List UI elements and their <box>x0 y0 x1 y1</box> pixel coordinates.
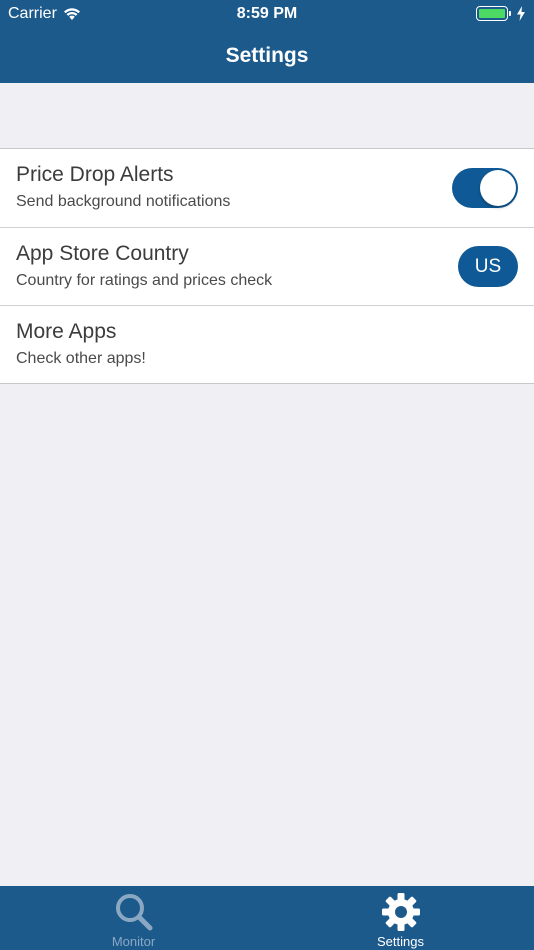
settings-row-more-apps[interactable]: More Apps Check other apps! <box>0 305 534 383</box>
row-title: More Apps <box>16 320 117 343</box>
battery-indicator <box>476 6 526 21</box>
battery-level <box>479 9 505 18</box>
navigation-bar: Settings <box>0 28 534 83</box>
tab-label: Monitor <box>111 934 156 949</box>
tab-settings[interactable]: Settings <box>267 886 534 950</box>
gear-icon <box>381 893 420 931</box>
settings-row-price-drop-alerts[interactable]: Price Drop Alerts Send background notifi… <box>0 149 534 227</box>
charging-bolt-icon <box>517 6 525 21</box>
tab-monitor[interactable]: Monitor <box>0 886 267 950</box>
settings-row-app-store-country[interactable]: App Store Country Country for ratings an… <box>0 227 534 305</box>
price-drop-alerts-toggle[interactable] <box>452 168 518 208</box>
clock: 8:59 PM <box>236 5 298 22</box>
settings-list: Price Drop Alerts Send background notifi… <box>0 148 534 384</box>
row-subtitle: Check other apps! <box>16 350 146 367</box>
tab-bar: Monitor Settings <box>0 886 534 950</box>
tab-label: Settings <box>377 934 424 949</box>
toggle-knob <box>480 170 516 206</box>
row-subtitle: Send background notifications <box>16 193 231 210</box>
country-button[interactable]: US <box>458 246 518 287</box>
row-subtitle: Country for ratings and prices check <box>16 272 273 289</box>
row-title: App Store Country <box>16 242 189 265</box>
status-bar: Carrier 8:59 PM <box>0 0 534 28</box>
search-icon <box>115 894 152 931</box>
page-title: Settings <box>225 43 309 67</box>
battery-icon <box>476 6 511 21</box>
row-title: Price Drop Alerts <box>16 163 174 186</box>
